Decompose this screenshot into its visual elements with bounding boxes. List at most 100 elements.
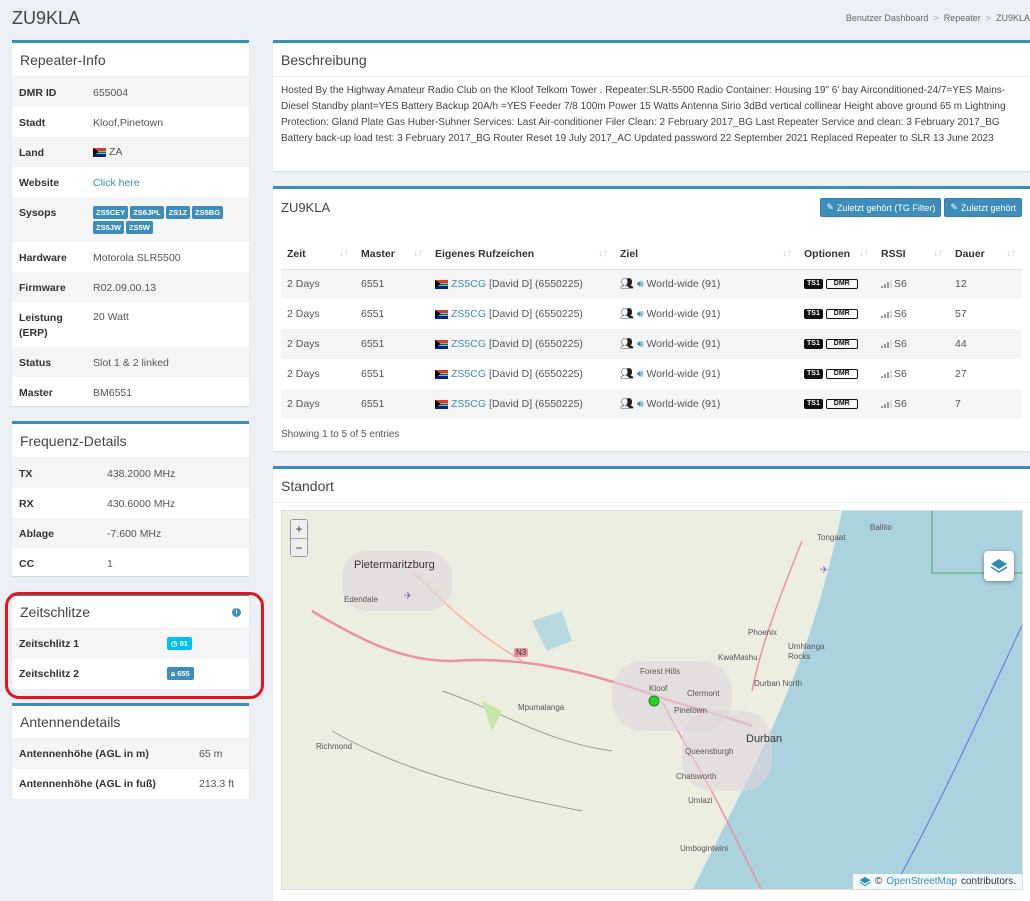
cell-duration: 44 bbox=[955, 338, 967, 350]
frequency-header: Frequenz-Details bbox=[12, 424, 249, 458]
cell-target: 👥︎ 🔊︎ World-wide (91) bbox=[614, 329, 798, 359]
cell-master: 6551 bbox=[361, 308, 385, 320]
dmr-id-value: 655004 bbox=[93, 87, 129, 99]
map-label: Edendale bbox=[344, 595, 378, 604]
map-attribution: © OpenStreetMap contributors. bbox=[852, 874, 1022, 889]
sysop-badge[interactable]: ZS5W bbox=[126, 221, 153, 234]
zoom-out-button[interactable]: − bbox=[291, 538, 307, 556]
frequency-box: Frequenz-Details TX 438.2000 MHz RX 430.60… bbox=[12, 421, 249, 576]
repeater-info-header: Repeater-Info bbox=[12, 43, 249, 77]
freq-label: Ablage bbox=[19, 528, 55, 540]
col-callsign[interactable]: Eigenes Rufzeichen ↓↑ bbox=[429, 239, 614, 270]
sort-icon: ↓↑ bbox=[413, 247, 423, 259]
col-time[interactable]: Zeit ↓↑ bbox=[281, 239, 355, 270]
target-name: World-wide (91) bbox=[646, 398, 721, 410]
osm-link[interactable]: OpenStreetMap bbox=[886, 876, 957, 887]
lastheard-actions: ✎ Zuletzt gehört (TG Filter) ✎ Zuletzt gehö… bbox=[817, 197, 1022, 217]
callsign-link[interactable]: ZS5CG bbox=[451, 368, 486, 380]
btn-label: Zuletzt gehört bbox=[960, 202, 1016, 213]
rssi-value: S6 bbox=[894, 368, 907, 380]
col-duration[interactable]: Dauer ↓↑ bbox=[949, 239, 1022, 270]
sysops-cell: ZS5CEY ZS6JPL ZS1Z ZS5BG ZS5JW ZS5W bbox=[86, 197, 249, 242]
caller-name: [David D] (6550225) bbox=[488, 308, 583, 320]
info-label: Sysops bbox=[19, 207, 57, 219]
rssi-value: S6 bbox=[894, 398, 907, 410]
callsign-link[interactable]: ZS5CG bbox=[451, 338, 486, 350]
speaker-icon: 🔊︎ bbox=[636, 368, 644, 380]
cell-options: TS1 DMR bbox=[798, 359, 875, 389]
cell-duration: 12 bbox=[955, 278, 967, 291]
firmware-value: R02.09.00.13 bbox=[93, 282, 157, 294]
za-flag-icon bbox=[435, 309, 448, 319]
cell-duration: 7 bbox=[955, 398, 961, 410]
sort-icon: ↓↑ bbox=[598, 247, 608, 259]
col-target[interactable]: Ziel ↓↑ bbox=[614, 239, 798, 270]
layers-button[interactable] bbox=[984, 551, 1014, 581]
callsign-link[interactable]: ZS5CG bbox=[451, 278, 486, 290]
callsign-link[interactable]: ZS5CG bbox=[451, 398, 486, 410]
cell-master: 6551 bbox=[361, 368, 385, 380]
mode-badge: DMR bbox=[825, 309, 858, 320]
lastheard-header: ZU9KLA ✎ Zuletzt gehört (TG Filter) ✎ Zulet… bbox=[273, 189, 1030, 225]
za-flag-icon bbox=[435, 279, 448, 289]
cell-master: 6551 bbox=[361, 338, 385, 350]
lastheard-button[interactable]: ✎ Zuletzt gehört bbox=[944, 198, 1022, 217]
map-label: Pinetown bbox=[674, 706, 707, 715]
map-label: Durban bbox=[746, 733, 783, 745]
col-rssi[interactable]: RSSI ↓↑ bbox=[875, 239, 949, 270]
za-flag-icon bbox=[435, 369, 448, 379]
sysop-badge[interactable]: ZS5JW bbox=[93, 221, 125, 234]
map-label: Kloof bbox=[649, 684, 668, 693]
sysop-badge[interactable]: ZS5CEY bbox=[93, 206, 129, 219]
rssi-value: S6 bbox=[894, 338, 907, 350]
target-name: World-wide (91) bbox=[646, 278, 721, 291]
table-row: 2 Days 6551 ZS5CG [David D] (6550225) 👥︎ 🔊︎… bbox=[281, 299, 1022, 329]
page-title: ZU9KLA bbox=[12, 8, 81, 28]
callsign-link[interactable]: ZS5CG bbox=[451, 308, 486, 320]
repeater-info-title: Repeater-Info bbox=[20, 51, 106, 68]
map-label: Umhlanga Rocks bbox=[788, 642, 825, 661]
edit-icon: ✎ bbox=[950, 202, 958, 212]
breadcrumb-dashboard[interactable]: Benutzer Dashboard bbox=[846, 13, 929, 23]
map-label: Queensburgh bbox=[685, 747, 734, 756]
speaker-icon: 🔊︎ bbox=[636, 398, 644, 410]
signal-icon bbox=[881, 370, 892, 379]
cell-time: 2 Days bbox=[287, 308, 320, 320]
mode-badge: DMR bbox=[825, 279, 858, 290]
info-label: DMR ID bbox=[19, 87, 57, 99]
breadcrumb-repeater[interactable]: Repeater bbox=[944, 13, 981, 23]
website-link[interactable]: Click here bbox=[93, 177, 140, 189]
table-row: 2 Days 6551 ZS5CG [David D] (6550225) 👥︎ 🔊︎… bbox=[281, 389, 1022, 419]
speaker-icon: 🔊︎ bbox=[636, 338, 644, 350]
map-label: Durban North bbox=[754, 679, 803, 688]
group-icon: 👥︎ bbox=[620, 338, 634, 350]
mode-badge: DMR bbox=[825, 369, 858, 380]
status-value: Slot 1 & 2 linked bbox=[93, 357, 169, 369]
cell-rssi: S6 bbox=[875, 299, 949, 329]
cell-master: 6551 bbox=[361, 278, 385, 291]
map[interactable]: + − Ballito Tongaat Pietermaritzburg Ede… bbox=[281, 510, 1023, 890]
frequency-table: TX 438.2000 MHz RX 430.6000 MHz Ablage -7.6… bbox=[12, 458, 249, 578]
cell-rssi: S6 bbox=[875, 329, 949, 359]
sort-icon: ↓↑ bbox=[782, 247, 792, 259]
lastheard-tg-filter-button[interactable]: ✎ Zuletzt gehört (TG Filter) bbox=[820, 198, 942, 217]
speaker-icon: 🔊︎ bbox=[636, 308, 644, 320]
sysop-badge[interactable]: ZS6JPL bbox=[130, 206, 164, 219]
sort-icon: ↓↑ bbox=[859, 247, 869, 259]
sysop-badge[interactable]: ZS5BG bbox=[192, 206, 224, 219]
col-options[interactable]: Optionen ↓↑ bbox=[798, 239, 875, 270]
airport-icon: ✈ bbox=[820, 565, 829, 576]
ts-badge: TS1 bbox=[804, 369, 823, 380]
cell-time: 2 Days bbox=[287, 278, 320, 291]
edit-icon: ✎ bbox=[826, 202, 834, 212]
cell-rssi: S6 bbox=[875, 269, 949, 299]
sysop-badge[interactable]: ZS1Z bbox=[165, 206, 191, 219]
cc-value: 1 bbox=[107, 558, 113, 570]
offset-value: -7.600 MHz bbox=[107, 528, 162, 540]
breadcrumb-sep: > bbox=[985, 13, 991, 23]
antenna-ft-value: 213.3 ft bbox=[199, 778, 235, 790]
col-master[interactable]: Master ↓↑ bbox=[355, 239, 429, 270]
antenna-m-value: 65 m bbox=[199, 748, 223, 760]
zoom-in-button[interactable]: + bbox=[291, 520, 307, 538]
cell-rssi: S6 bbox=[875, 359, 949, 389]
